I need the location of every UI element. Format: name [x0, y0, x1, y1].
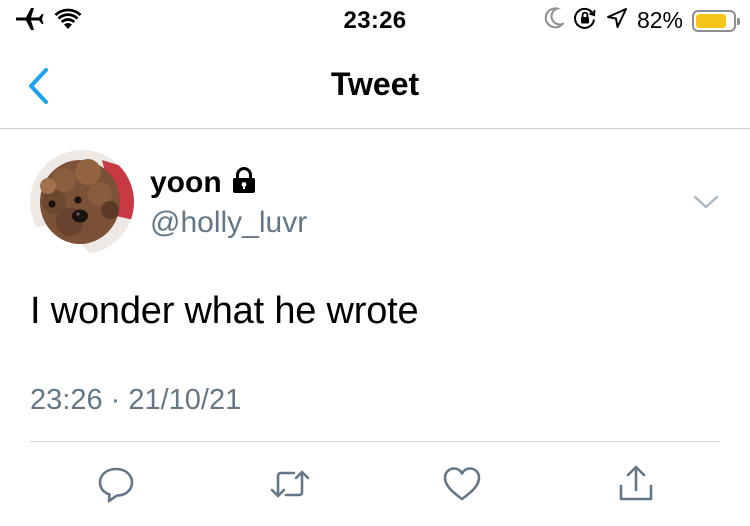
heart-icon [442, 464, 482, 509]
reply-icon [96, 464, 136, 509]
divider [30, 441, 720, 442]
share-icon [616, 464, 656, 509]
author-name[interactable]: yoon [150, 166, 222, 200]
battery-cap [737, 17, 740, 25]
chevron-down-icon [692, 195, 720, 218]
status-bar: 23:26 82% [0, 0, 750, 42]
retweet-button[interactable] [262, 458, 318, 514]
author-name-row: yoon [150, 166, 256, 200]
orientation-lock-icon [573, 6, 597, 35]
moon-icon [544, 7, 566, 34]
location-icon [606, 7, 628, 34]
share-button[interactable] [608, 458, 664, 514]
tweet-text: I wonder what he wrote [30, 290, 419, 332]
tweet-author: yoon @holly_luvr [30, 150, 720, 256]
page-title: Tweet [330, 66, 420, 102]
battery-icon [692, 9, 740, 32]
avatar[interactable] [30, 150, 134, 254]
lock-icon [232, 167, 256, 199]
status-right-icons: 82% [544, 6, 740, 35]
retweet-icon [268, 464, 312, 509]
tweet-actions [0, 458, 750, 514]
like-button[interactable] [434, 458, 490, 514]
battery-percent: 82% [636, 7, 683, 33]
author-handle[interactable]: @holly_luvr [150, 206, 307, 240]
more-options-button[interactable] [692, 190, 720, 214]
battery-level-fill [696, 13, 726, 28]
nav-bar: Tweet [0, 42, 750, 129]
tweet-timestamp: 23:26 · 21/10/21 [30, 384, 242, 416]
reply-button[interactable] [88, 458, 144, 514]
